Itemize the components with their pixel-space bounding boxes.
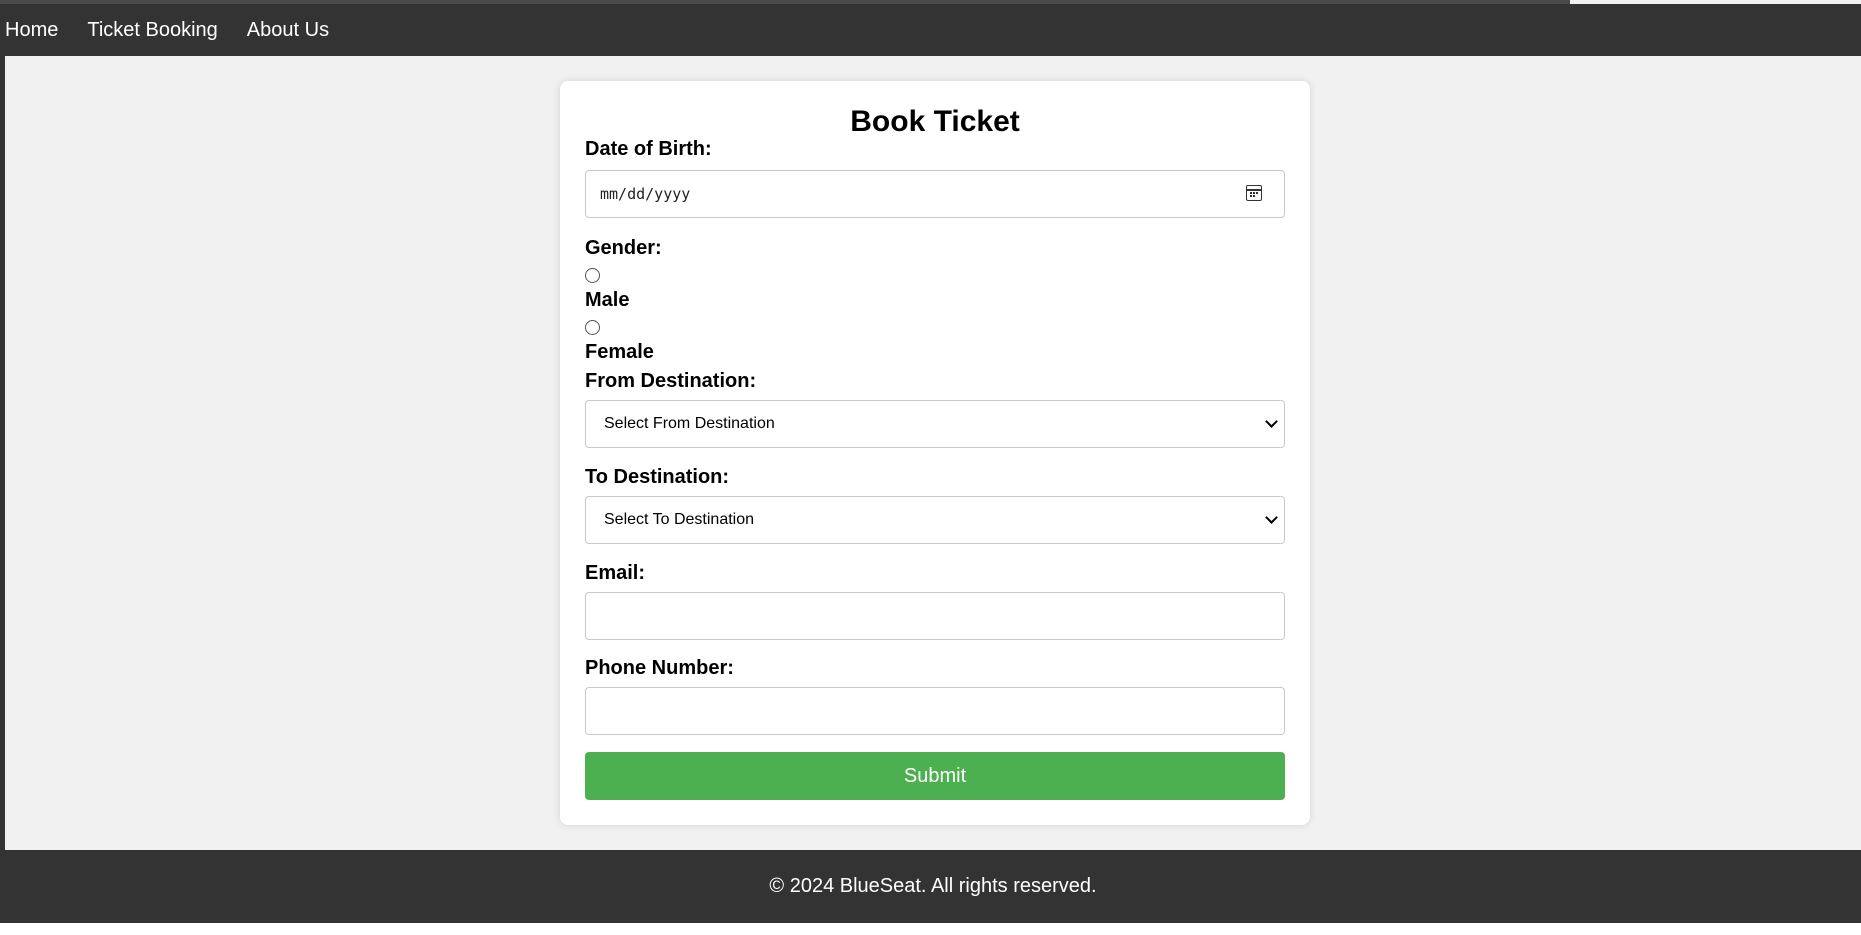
email-label: Email: (585, 562, 646, 584)
gender-male-radio[interactable] (585, 268, 600, 283)
nav-link-ticket-booking[interactable]: Ticket Booking (87, 20, 217, 40)
window-bottom-edge (0, 923, 1861, 935)
footer: © 2024 BlueSeat. All rights reserved. (5, 850, 1861, 923)
from-destination-label: From Destination: (585, 370, 757, 392)
calendar-icon[interactable] (1246, 185, 1262, 201)
phone-field[interactable] (585, 687, 1285, 735)
to-destination-select[interactable]: Select To Destination (585, 496, 1285, 544)
navbar: Home Ticket Booking About Us (0, 4, 1861, 56)
footer-copyright: © 2024 BlueSeat. All rights reserved. (769, 875, 1097, 897)
form-title: Book Ticket (850, 105, 1020, 138)
nav-link-home[interactable]: Home (5, 20, 58, 40)
dob-input[interactable]: mm/dd/yyyy (585, 170, 1285, 218)
email-field[interactable] (585, 592, 1285, 640)
chevron-down-icon (1265, 511, 1278, 524)
submit-button[interactable]: Submit (585, 752, 1285, 800)
to-destination-selected: Select To Destination (604, 511, 755, 528)
gender-female-label: Female (585, 341, 654, 363)
dob-label: Date of Birth: (585, 138, 712, 160)
gender-male-label: Male (585, 289, 630, 311)
booking-form-card: Book Ticket Date of Birth: mm/dd/yyyy Ge… (560, 81, 1310, 825)
from-destination-select[interactable]: Select From Destination (585, 400, 1285, 448)
to-destination-label: To Destination: (585, 466, 730, 488)
gender-female-radio[interactable] (585, 320, 600, 335)
from-destination-selected: Select From Destination (604, 415, 775, 432)
phone-label: Phone Number: (585, 657, 734, 679)
nav-link-about-us[interactable]: About Us (247, 20, 329, 40)
dob-placeholder: mm/dd/yyyy (600, 185, 691, 203)
gender-label: Gender: (585, 237, 662, 259)
chevron-down-icon (1265, 415, 1278, 428)
